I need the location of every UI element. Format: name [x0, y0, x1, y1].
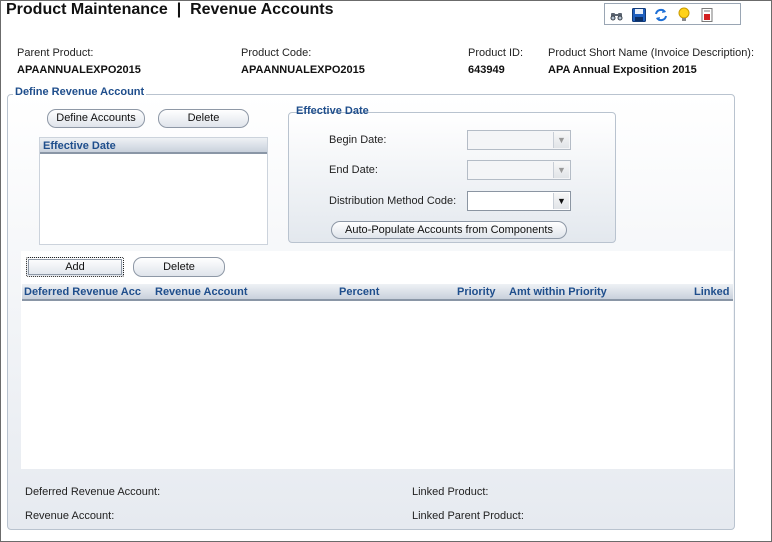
lightbulb-icon[interactable] — [676, 7, 692, 23]
parent-product-label: Parent Product: — [17, 47, 94, 59]
distribution-method-label: Distribution Method Code: — [329, 195, 457, 207]
effective-date-title: Effective Date — [296, 105, 369, 117]
effective-date-list-header[interactable]: Effective Date — [40, 138, 267, 154]
parent-product-value: APAANNUALEXPO2015 — [17, 64, 141, 76]
short-name-value: APA Annual Exposition 2015 — [548, 64, 697, 76]
deferred-revenue-account-label: Deferred Revenue Account: — [25, 486, 161, 498]
binoculars-icon[interactable] — [609, 7, 625, 23]
define-revenue-account-title: Define Revenue Account — [13, 86, 147, 98]
chevron-down-icon[interactable]: ▼ — [553, 193, 569, 209]
product-code-label: Product Code: — [241, 47, 312, 59]
refresh-icon[interactable] — [653, 7, 669, 23]
chevron-down-icon[interactable]: ▼ — [553, 132, 569, 148]
column-amt-within-priority[interactable]: Amt within Priority — [509, 286, 607, 298]
save-icon[interactable] — [631, 7, 647, 23]
column-percent[interactable]: Percent — [339, 286, 379, 298]
linked-product-label: Linked Product: — [412, 486, 489, 498]
product-id-label: Product ID: — [468, 47, 524, 59]
add-button[interactable]: Add — [26, 257, 124, 277]
linked-parent-product-label: Linked Parent Product: — [412, 510, 524, 522]
chevron-down-icon[interactable]: ▼ — [553, 162, 569, 178]
short-name-label: Product Short Name (Invoice Description)… — [548, 47, 755, 59]
product-id-value: 643949 — [468, 64, 505, 76]
product-code-value: APAANNUALEXPO2015 — [241, 64, 365, 76]
distribution-method-select[interactable]: ▼ — [467, 191, 571, 211]
define-accounts-button[interactable]: Define Accounts — [47, 109, 145, 128]
begin-date-picker[interactable]: ▼ — [467, 130, 571, 150]
report-icon[interactable] — [699, 7, 715, 23]
page-title: Product Maintenance | Revenue Accounts — [6, 1, 334, 18]
revenue-accounts-grid: Add Delete Deferred Revenue Acc Revenue … — [21, 251, 733, 469]
end-date-label: End Date: — [329, 164, 378, 176]
grid-header: Deferred Revenue Acc Revenue Account Per… — [22, 284, 733, 301]
effective-date-list[interactable]: Effective Date — [39, 137, 268, 245]
toolbar — [604, 3, 741, 25]
auto-populate-button[interactable]: Auto-Populate Accounts from Components — [331, 221, 567, 239]
end-date-picker[interactable]: ▼ — [467, 160, 571, 180]
grid-delete-button[interactable]: Delete — [133, 257, 225, 277]
column-revenue-account[interactable]: Revenue Account — [155, 286, 248, 298]
begin-date-label: Begin Date: — [329, 134, 387, 146]
define-delete-button[interactable]: Delete — [158, 109, 249, 128]
column-priority[interactable]: Priority — [457, 286, 496, 298]
revenue-account-label: Revenue Account: — [25, 510, 115, 522]
column-linked[interactable]: Linked — [694, 286, 729, 298]
column-deferred-revenue-account[interactable]: Deferred Revenue Acc — [24, 286, 141, 298]
